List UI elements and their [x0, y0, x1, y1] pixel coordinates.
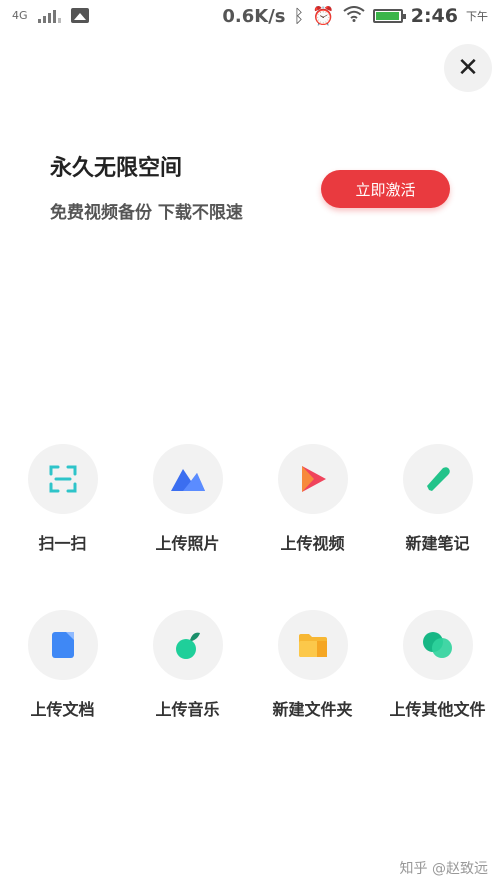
action-label: 上传照片	[155, 534, 220, 553]
activate-button[interactable]: 立即激活	[321, 170, 450, 208]
network-type: 4G	[12, 9, 28, 22]
status-bar-right: 0.6K/s ᛒ ⏰ 2:46 下午	[222, 5, 488, 27]
alarm-icon: ⏰	[312, 5, 335, 27]
video-icon	[277, 444, 348, 514]
action-label: 新建文件夹	[272, 700, 353, 719]
action-label: 新建笔记	[405, 534, 470, 553]
close-icon: ✕	[457, 53, 479, 83]
promo-subtitle: 免费视频备份 下载不限速	[50, 203, 243, 223]
photo-icon	[152, 444, 223, 514]
battery-icon	[372, 9, 406, 23]
action-scan[interactable]: 扫一扫	[0, 444, 125, 574]
network-speed: 0.6K/s	[222, 5, 286, 27]
watermark: 知乎 @赵致远	[399, 861, 488, 877]
action-label: 上传文档	[30, 700, 95, 719]
music-icon	[152, 610, 223, 680]
action-upload-video[interactable]: 上传视频	[250, 444, 375, 574]
clock-ampm: 下午	[466, 10, 488, 23]
close-button[interactable]: ✕	[444, 44, 492, 92]
action-new-folder[interactable]: 新建文件夹	[250, 610, 375, 740]
folder-icon	[277, 610, 348, 680]
wifi-icon	[343, 5, 365, 27]
document-icon	[27, 610, 98, 680]
clock-time: 2:46	[410, 5, 458, 27]
action-upload-other-files[interactable]: 上传其他文件	[375, 610, 500, 740]
bluetooth-icon: ᛒ	[293, 5, 305, 27]
action-upload-photo[interactable]: 上传照片	[125, 444, 250, 574]
other-files-icon	[402, 610, 473, 680]
note-icon	[402, 444, 473, 514]
action-label: 扫一扫	[38, 534, 87, 553]
promo-title: 永久无限空间	[50, 156, 183, 181]
action-label: 上传其他文件	[389, 700, 486, 719]
status-bar: 4G 0.6K/s ᛒ ⏰ 2:46 下午	[0, 0, 500, 34]
signal-icon	[37, 9, 61, 23]
action-label: 上传音乐	[155, 700, 220, 719]
battery-fill	[375, 12, 399, 20]
action-label: 上传视频	[280, 534, 345, 553]
action-upload-music[interactable]: 上传音乐	[125, 610, 250, 740]
action-new-note[interactable]: 新建笔记	[375, 444, 500, 574]
scan-icon	[27, 444, 98, 514]
image-notification-icon	[70, 8, 89, 23]
action-upload-document[interactable]: 上传文档	[0, 610, 125, 740]
status-bar-left: 4G	[12, 8, 89, 23]
